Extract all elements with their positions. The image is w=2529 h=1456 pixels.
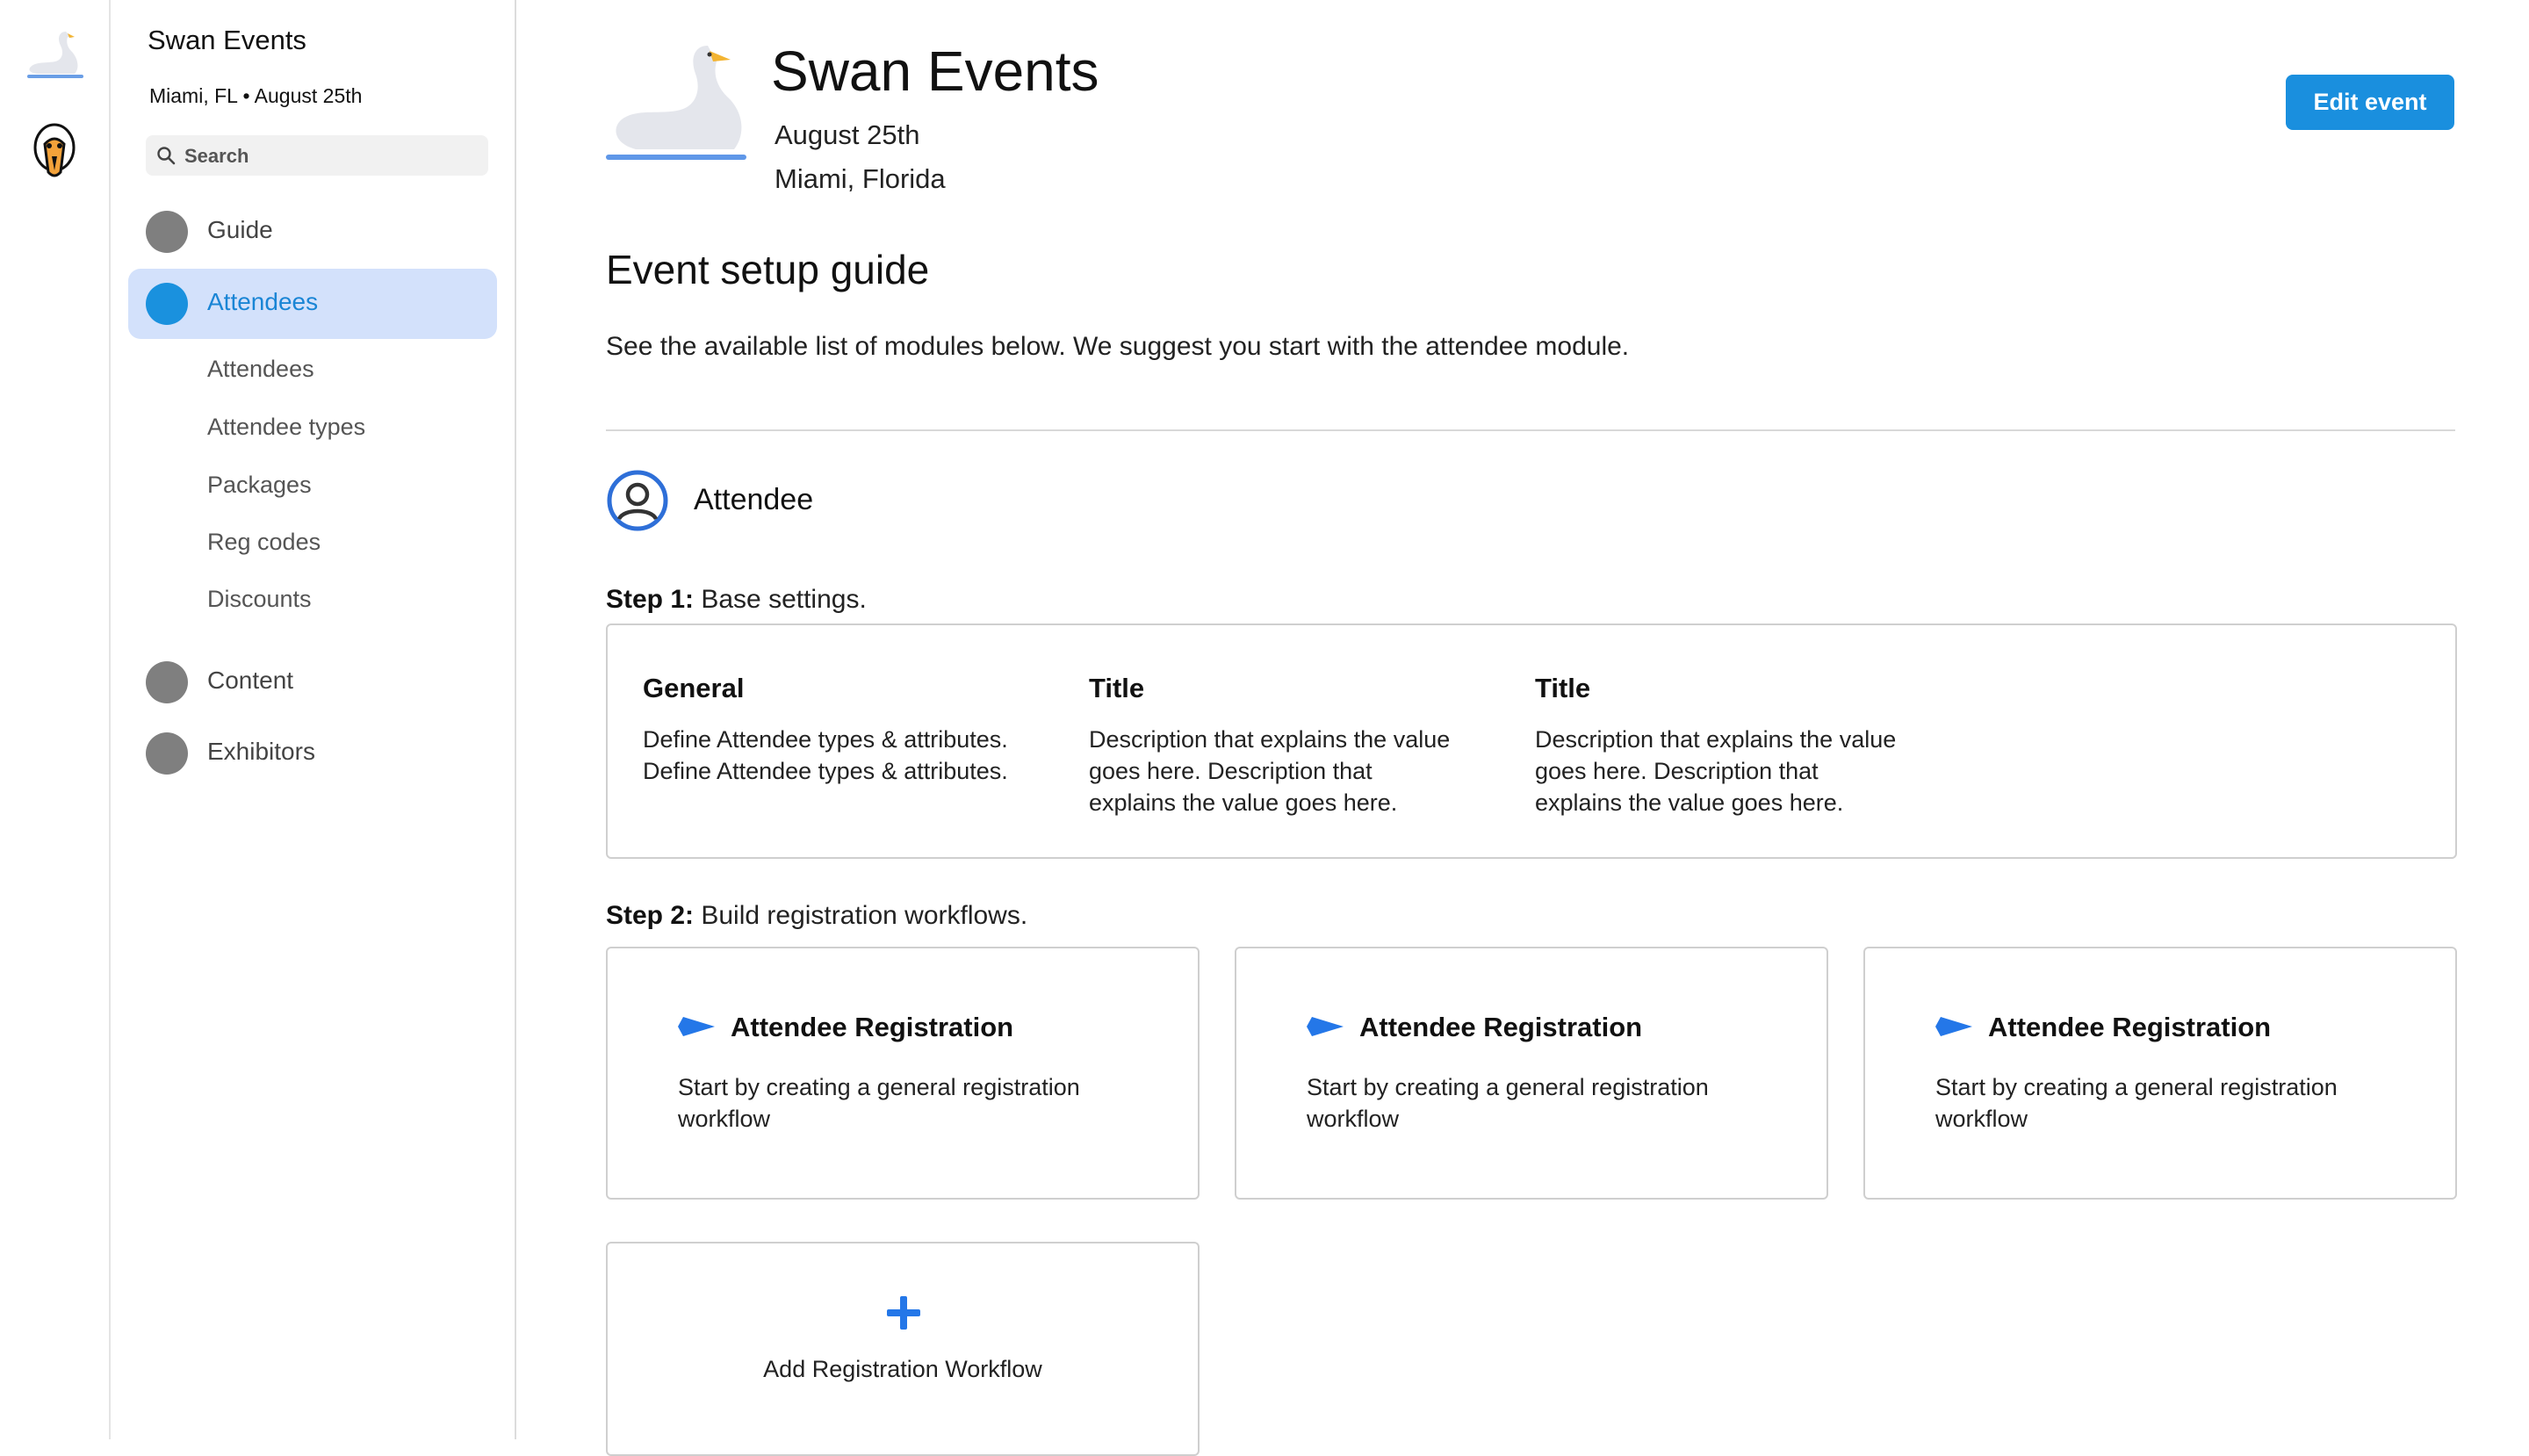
setting-description: Description that explains the value goes… [1089,726,1451,816]
arrow-right-icon [678,1017,715,1036]
base-setting-title-2: Title Description that explains the valu… [1535,673,1904,818]
add-workflow-label: Add Registration Workflow [763,1356,1042,1382]
swan-hero-icon [606,46,746,160]
subnav-attendee-types[interactable]: Attendee types [207,414,365,441]
subnav-attendees[interactable]: Attendees [207,356,314,383]
sidebar-item-label: Guide [207,216,273,243]
step-1-heading: Step 1: Base settings. [606,585,867,615]
user-circle-icon [607,470,668,531]
edit-event-button[interactable]: Edit event [2286,75,2454,130]
search-icon [157,147,176,165]
arrow-right-icon [1935,1017,1972,1036]
setting-description: Description that explains the value goes… [1535,726,1897,816]
sidebar-item-exhibitors[interactable]: Exhibitors [128,718,497,789]
event-name: Swan Events [148,25,306,55]
module-label: Attendee [694,483,814,516]
guide-description: See the available list of modules below.… [606,332,1630,361]
workflow-card[interactable]: Attendee Registration Start by creating … [1863,947,2457,1200]
guide-title: Event setup guide [606,247,930,292]
plus-icon [887,1296,920,1330]
step-2-text: Build registration workflows. [694,901,1028,930]
workflow-description: Start by creating a general registration… [678,1074,1080,1132]
add-registration-workflow-button[interactable]: Add Registration Workflow [606,1242,1200,1456]
sidebar-item-label: Content [207,667,294,694]
search-input[interactable] [183,141,476,172]
workflow-description: Start by creating a general registration… [1935,1074,2338,1132]
base-settings-panel: General Define Attendee types & attribut… [606,623,2457,859]
avatar-icon[interactable] [32,121,76,183]
sidebar: Swan Events Miami, FL • August 25th Guid… [111,0,516,1439]
exhibitors-dot-icon [146,732,188,775]
event-date: August 25th [775,119,920,150]
event-location: Miami, Florida [775,163,946,194]
sidebar-item-content[interactable]: Content [128,647,497,717]
subnav-reg-codes[interactable]: Reg codes [207,529,321,556]
app-rail [0,0,111,1439]
setting-title: Title [1535,673,1591,703]
workflow-card[interactable]: Attendee Registration Start by creating … [606,947,1200,1200]
sidebar-item-label: Attendees [207,288,319,315]
step-1-prefix: Step 1: [606,585,695,614]
sidebar-item-attendees[interactable]: Attendees [128,269,497,339]
base-setting-title-1: Title Description that explains the valu… [1089,673,1458,818]
arrow-right-icon [1307,1017,1344,1036]
step-1-text: Base settings. [694,585,867,614]
subnav-discounts[interactable]: Discounts [207,586,312,613]
swan-logo-icon[interactable] [24,26,87,79]
content-dot-icon [146,661,188,703]
setting-title: Title [1089,673,1145,703]
guide-dot-icon [146,211,188,253]
workflow-title: Attendee Registration [1988,1012,2272,1042]
step-2-prefix: Step 2: [606,901,695,930]
workflow-title: Attendee Registration [1359,1012,1643,1042]
setting-title: General [643,673,745,703]
base-setting-general: General Define Attendee types & attribut… [643,673,1012,787]
subnav-packages[interactable]: Packages [207,472,312,499]
event-subtitle: Miami, FL • August 25th [149,84,363,107]
attendees-dot-icon [146,283,188,325]
divider [606,429,2455,431]
sidebar-item-guide[interactable]: Guide [128,197,497,267]
setting-description: Define Attendee types & attributes. Defi… [643,726,1008,784]
search-box[interactable] [146,135,488,176]
page-title: Swan Events [771,40,1099,103]
workflow-description: Start by creating a general registration… [1307,1074,1709,1132]
sidebar-item-label: Exhibitors [207,738,315,765]
workflow-card[interactable]: Attendee Registration Start by creating … [1235,947,1828,1200]
workflow-title: Attendee Registration [731,1012,1014,1042]
step-2-heading: Step 2: Build registration workflows. [606,901,1027,931]
